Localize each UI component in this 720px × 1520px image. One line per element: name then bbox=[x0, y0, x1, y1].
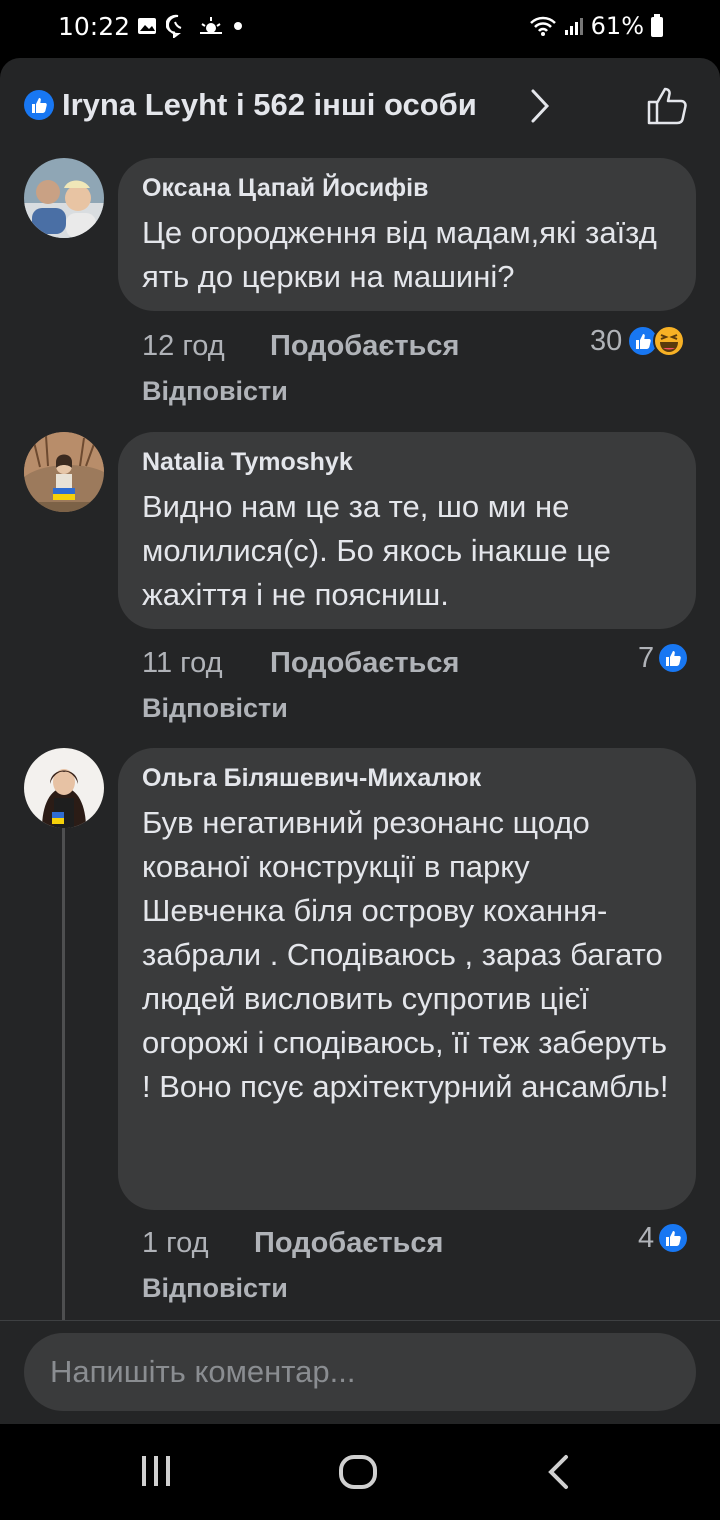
back-icon[interactable] bbox=[546, 1454, 572, 1490]
comment-text: Це огородження від мадам,які заїзд ять д… bbox=[142, 215, 657, 294]
viber-icon bbox=[166, 14, 182, 38]
reaction-count-number: 7 bbox=[638, 641, 655, 674]
comment-input[interactable] bbox=[24, 1333, 696, 1411]
reactions-header[interactable]: Iryna Leyht і 562 інші особи bbox=[0, 58, 720, 150]
comment-bubble: Оксана Цапай Йосифів Це огородження від … bbox=[118, 158, 696, 311]
like-button[interactable]: Подобається bbox=[254, 1227, 443, 1260]
reaction-count[interactable]: 4 bbox=[638, 1221, 690, 1255]
chevron-right-icon[interactable] bbox=[528, 88, 552, 124]
comment-time[interactable]: 1 год bbox=[142, 1227, 209, 1259]
status-time: 10:22 bbox=[58, 12, 131, 41]
gallery-icon bbox=[138, 18, 156, 34]
comment-author[interactable]: Оксана Цапай Йосифів bbox=[142, 174, 672, 203]
signal-icon bbox=[564, 18, 583, 35]
like-button[interactable]: Подобається bbox=[270, 330, 459, 363]
comment-time[interactable]: 12 год bbox=[142, 330, 225, 362]
status-right: 61% bbox=[529, 12, 664, 40]
battery-percent: 61% bbox=[590, 12, 644, 40]
comment-composer[interactable] bbox=[24, 1333, 696, 1411]
dot-icon bbox=[234, 22, 242, 30]
comment-meta: 1 год Подобається bbox=[142, 1227, 443, 1260]
comment-meta: 12 год Подобається bbox=[142, 330, 459, 363]
reactors-summary[interactable]: Iryna Leyht і 562 інші особи bbox=[62, 87, 477, 123]
composer-area bbox=[0, 1320, 720, 1424]
comment-text: Був негативний резонанс щодо кованої кон… bbox=[142, 805, 669, 1104]
home-icon[interactable] bbox=[338, 1454, 378, 1490]
weather-icon bbox=[200, 17, 222, 34]
notification-icons bbox=[136, 14, 244, 38]
thread-line bbox=[62, 828, 65, 1320]
recents-icon[interactable] bbox=[138, 1454, 174, 1488]
comments-sheet: Iryna Leyht і 562 інші особи Оксана Цапа… bbox=[0, 58, 720, 1424]
comment-meta: 11 год Подобається bbox=[142, 647, 459, 680]
avatar[interactable] bbox=[24, 748, 104, 828]
thumbs-up-outline-icon[interactable] bbox=[646, 84, 690, 126]
avatar[interactable] bbox=[24, 158, 104, 238]
reaction-count[interactable]: 7 bbox=[638, 641, 690, 675]
avatar[interactable] bbox=[24, 432, 104, 512]
status-bar: 10:22 61% bbox=[0, 0, 720, 58]
comment-bubble: Ольга Біляшевич-Михалюк Був негативний р… bbox=[118, 748, 696, 1210]
wifi-icon bbox=[529, 16, 556, 36]
like-button[interactable]: Подобається bbox=[270, 647, 459, 680]
system-nav-bar bbox=[0, 1424, 720, 1520]
comment-author[interactable]: Natalia Tymoshyk bbox=[142, 448, 672, 477]
reply-button[interactable]: Відповісти bbox=[142, 693, 288, 724]
like-reaction-icon bbox=[657, 642, 690, 674]
reaction-count[interactable]: 30 bbox=[590, 324, 686, 358]
reaction-count-number: 30 bbox=[590, 324, 623, 357]
reaction-count-number: 4 bbox=[638, 1221, 655, 1254]
comment-author[interactable]: Ольга Біляшевич-Михалюк bbox=[142, 764, 672, 793]
reply-button[interactable]: Відповісти bbox=[142, 1273, 288, 1304]
like-reaction-icon bbox=[657, 1222, 690, 1254]
comment-bubble: Natalia Tymoshyk Видно нам це за те, шо … bbox=[118, 432, 696, 629]
battery-icon bbox=[651, 14, 663, 37]
haha-reaction-icon bbox=[653, 325, 686, 357]
comment-time[interactable]: 11 год bbox=[142, 647, 223, 679]
comment-text: Видно нам це за те, шо ми не молилися(с)… bbox=[142, 489, 611, 612]
reply-button[interactable]: Відповісти bbox=[142, 376, 288, 407]
like-badge-icon bbox=[24, 90, 54, 120]
